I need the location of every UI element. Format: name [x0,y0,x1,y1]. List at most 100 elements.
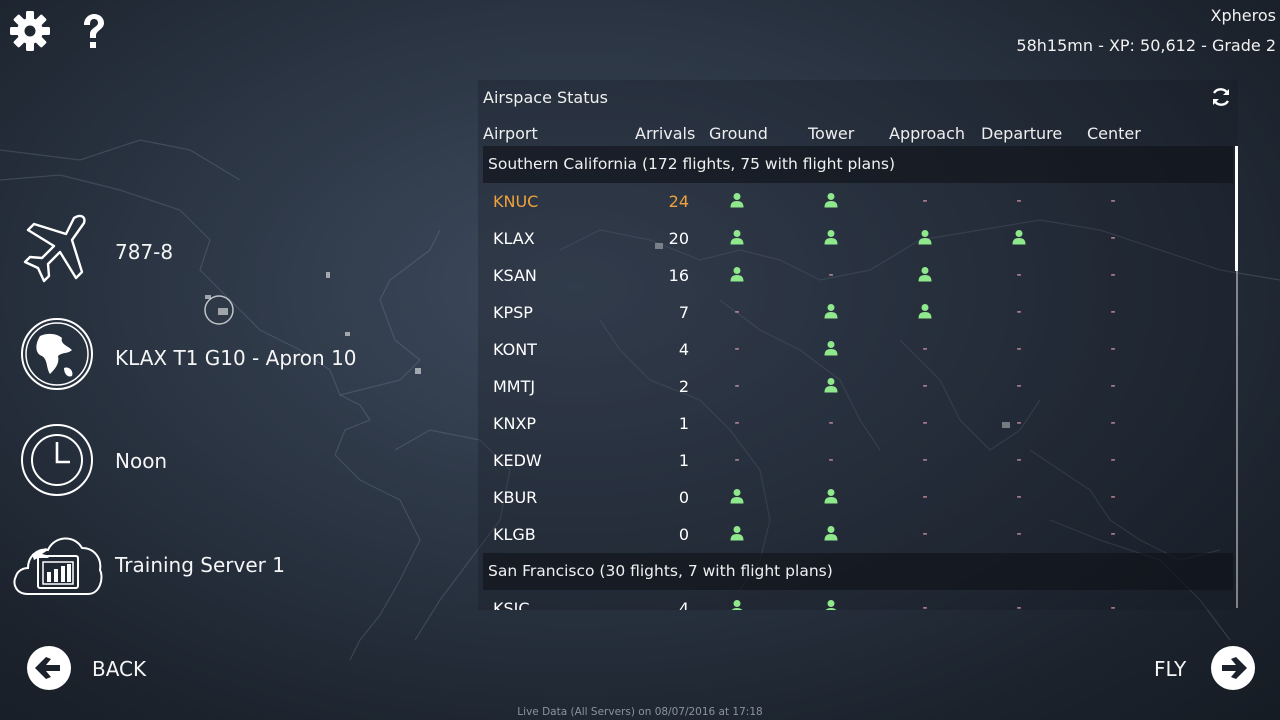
airport-code: KLAX [493,229,535,248]
airspace-status-panel: Airspace Status Airport Arrivals Ground … [478,80,1238,610]
approach-status-offline: - [922,489,928,505]
center-status-offline: - [1110,341,1116,357]
approach-status-online [916,229,934,247]
settings-gear-icon[interactable] [9,10,51,52]
departure-status-offline: - [1016,378,1022,394]
column-approach[interactable]: Approach [889,124,965,143]
controller-online-icon [918,267,932,282]
controller-online-icon [824,230,838,245]
ground-status-online [728,488,746,506]
column-airport[interactable]: Airport [483,124,538,143]
aircraft-label: 787-8 [115,240,174,264]
departure-status-offline: - [1016,267,1022,283]
controller-online-icon [1012,230,1026,245]
approach-status-offline: - [922,452,928,468]
center-status-offline: - [1110,452,1116,468]
airplane-icon [23,214,86,283]
server-selector[interactable]: Training Server 1 [12,526,452,610]
controller-online-icon [730,230,744,245]
airport-row[interactable]: MMTJ 2 - - - - [478,368,1236,405]
ground-status-online [728,525,746,543]
airport-row[interactable]: KSJC 4 - - - [478,590,1236,610]
ground-status-offline: - [734,415,740,431]
airport-code: KNXP [493,414,537,433]
column-arrivals[interactable]: Arrivals [635,124,695,143]
arrivals-count: 2 [678,377,689,396]
departure-status-offline: - [1016,452,1022,468]
time-selector[interactable]: Noon [12,422,452,506]
column-center[interactable]: Center [1087,124,1141,143]
fly-button[interactable]: FLY [1150,645,1260,691]
departure-status-offline: - [1016,600,1022,610]
controller-online-icon [918,230,932,245]
globe-icon [21,318,93,390]
airport-row[interactable]: KNUC 24 - - - [478,183,1236,220]
departure-status-offline: - [1016,415,1022,431]
departure-status-offline: - [1016,489,1022,505]
arrivals-count: 4 [678,340,689,359]
approach-status-online [916,303,934,321]
approach-status-offline: - [922,341,928,357]
aircraft-selector[interactable]: 787-8 [12,210,452,294]
airspace-table[interactable]: Southern California (172 flights, 75 wit… [478,146,1236,610]
arrivals-count: 7 [678,303,689,322]
airport-row[interactable]: KONT 4 - - - - [478,331,1236,368]
fly-label: FLY [1154,657,1187,681]
table-scrollbar-thumb[interactable] [1235,146,1238,271]
column-tower[interactable]: Tower [808,124,854,143]
ground-status-online [728,229,746,247]
center-status-offline: - [1110,415,1116,431]
controller-online-icon [730,526,744,541]
help-question-icon[interactable] [72,10,114,52]
tower-status-offline: - [828,267,834,283]
arrow-left-icon [27,646,71,690]
center-status-offline: - [1110,304,1116,320]
airport-row[interactable]: KLGB 0 - - - [478,516,1236,553]
tower-status-online [822,303,840,321]
controller-online-icon [730,193,744,208]
back-label: BACK [92,657,147,681]
location-selector[interactable]: KLAX T1 G10 - Apron 10 [12,316,452,400]
arrivals-count: 0 [678,525,689,544]
controller-online-icon [824,489,838,504]
airspace-table-body: Southern California (172 flights, 75 wit… [478,146,1236,610]
controller-online-icon [731,600,743,610]
center-status-offline: - [1110,489,1116,505]
pilot-stats: 58h15mn - XP: 50,612 - Grade 2 [1016,36,1276,55]
airport-code: KLGB [493,525,536,544]
approach-status-online [916,266,934,284]
airport-row[interactable]: KEDW 1 - - - - - [478,442,1236,479]
back-button[interactable]: BACK [26,645,156,691]
region-group-header[interactable]: San Francisco (30 flights, 7 with flight… [483,553,1233,590]
center-status-offline: - [1110,193,1116,209]
controller-online-icon [730,267,744,282]
tower-status-offline: - [828,415,834,431]
region-group-header[interactable]: Southern California (172 flights, 75 wit… [483,146,1233,183]
airport-code: MMTJ [493,377,536,396]
airport-row[interactable]: KPSP 7 - - - [478,294,1236,331]
airport-row[interactable]: KLAX 20 - [478,220,1236,257]
approach-status-offline: - [922,193,928,209]
ground-status-online [728,192,746,210]
pilot-name: Xpheros [1210,6,1276,25]
column-ground[interactable]: Ground [709,124,768,143]
controller-online-icon [824,341,838,356]
departure-status-offline: - [1016,304,1022,320]
arrivals-count: 4 [678,599,689,610]
live-data-footer: Live Data (All Servers) on 08/07/2016 at… [517,706,763,718]
refresh-icon[interactable] [1210,86,1232,108]
ground-status-offline: - [734,378,740,394]
tower-status-offline: - [828,452,834,468]
center-status-offline: - [1110,526,1116,542]
server-label: Training Server 1 [115,553,285,577]
arrow-right-icon [1211,646,1255,690]
airport-row[interactable]: KBUR 0 - - - [478,479,1236,516]
column-departure[interactable]: Departure [981,124,1062,143]
approach-status-offline: - [922,378,928,394]
tower-status-online [822,488,840,506]
arrivals-count: 1 [678,414,689,433]
airport-row[interactable]: KSAN 16 - - - [478,257,1236,294]
controller-online-icon [825,600,837,610]
arrivals-count: 1 [678,451,689,470]
airport-row[interactable]: KNXP 1 - - - - - [478,405,1236,442]
